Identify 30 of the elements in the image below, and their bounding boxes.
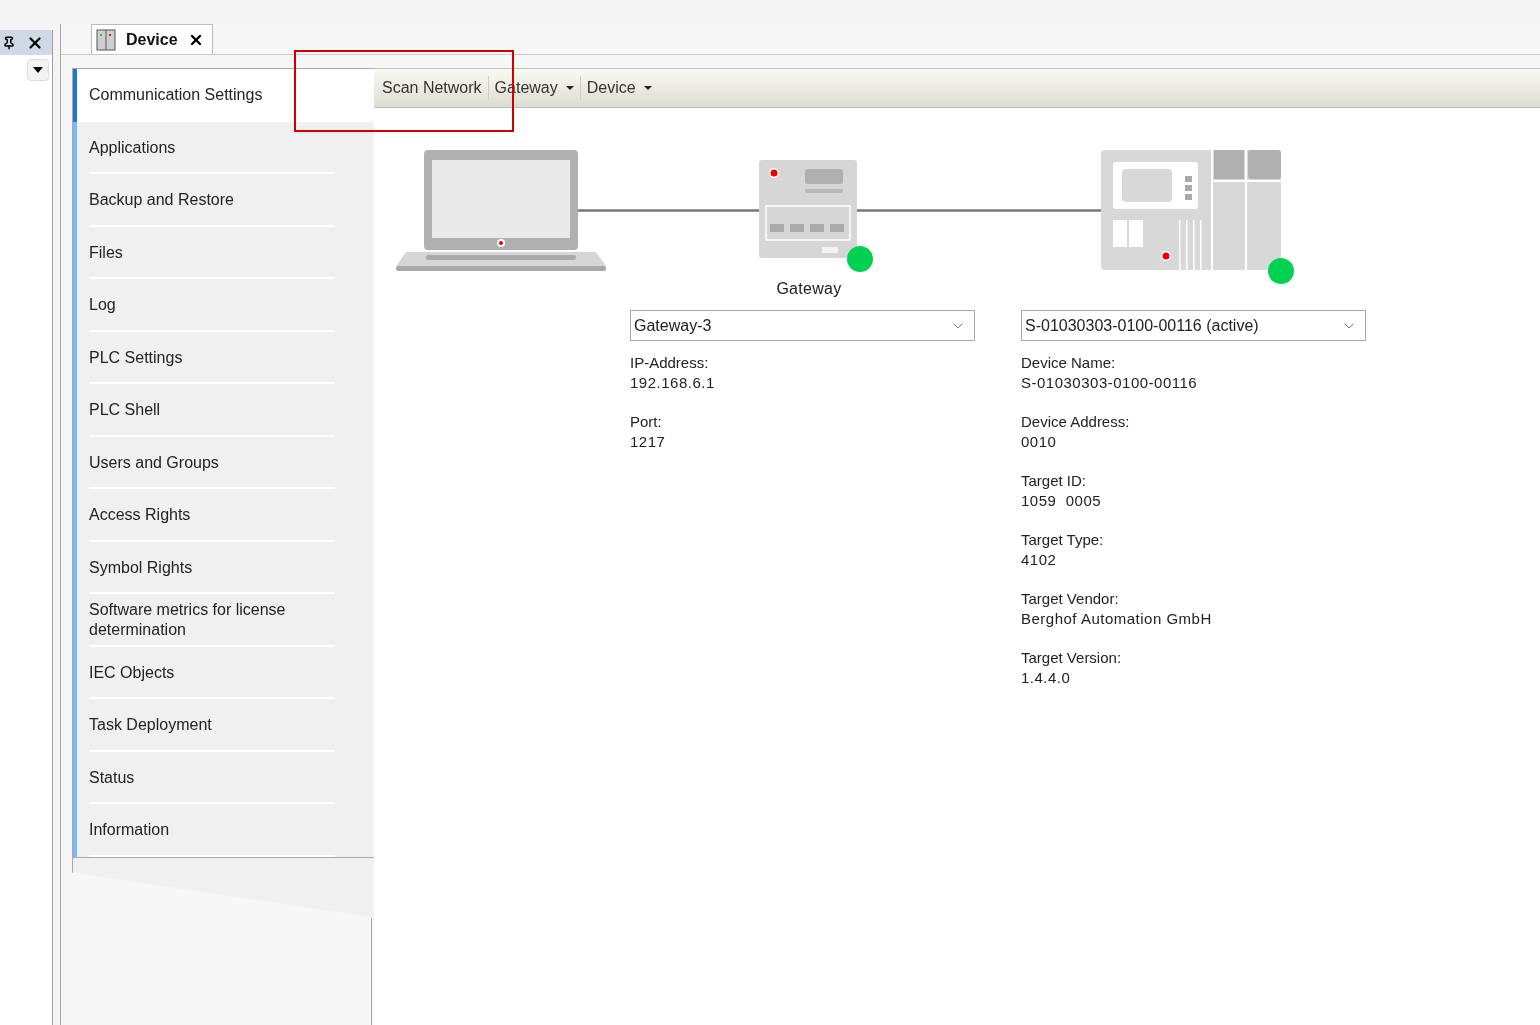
- field-value: 4102: [1021, 550, 1057, 570]
- field-value: Berghof Automation GmbH: [1021, 609, 1212, 629]
- tab-label: Device: [126, 29, 178, 50]
- field-value: 1.4.4.0: [1021, 668, 1071, 688]
- field-label: Target Version:: [1021, 648, 1122, 668]
- pin-icon[interactable]: [2, 35, 16, 50]
- sidebar-item[interactable]: Communication Settings: [73, 69, 374, 122]
- toolbar-button[interactable]: Scan Network: [376, 72, 488, 104]
- field-label: Target Vendor:: [1021, 589, 1119, 609]
- field-label: Target Type:: [1021, 530, 1104, 550]
- selection-dropdown[interactable]: S-01030303-0100-00116 (active): [1021, 310, 1366, 341]
- field-value: S-01030303-0100-00116: [1021, 373, 1198, 393]
- gateway-label: Gateway: [776, 279, 842, 299]
- field-label: IP-Address:: [630, 353, 709, 373]
- device-icon: [96, 28, 116, 51]
- toolbar-button[interactable]: Device: [580, 72, 658, 104]
- field-value: 1217: [630, 432, 666, 452]
- caret-icon: [33, 67, 43, 73]
- field-value: 0010: [1021, 432, 1057, 452]
- field-label: Device Name:: [1021, 353, 1116, 373]
- caret-icon: [565, 86, 574, 90]
- caret-icon: [643, 86, 652, 90]
- field-label: Target ID:: [1021, 471, 1087, 491]
- field-label: Device Address:: [1021, 412, 1130, 432]
- dropdown-button[interactable]: [27, 59, 49, 81]
- selection-dropdown[interactable]: Gateway-3: [630, 310, 975, 341]
- field-value: 1059 0005: [1021, 491, 1102, 511]
- field-label: Port:: [630, 412, 662, 432]
- editor-tab[interactable]: Device: [91, 24, 213, 54]
- field-value: 192.168.6.1: [630, 373, 715, 393]
